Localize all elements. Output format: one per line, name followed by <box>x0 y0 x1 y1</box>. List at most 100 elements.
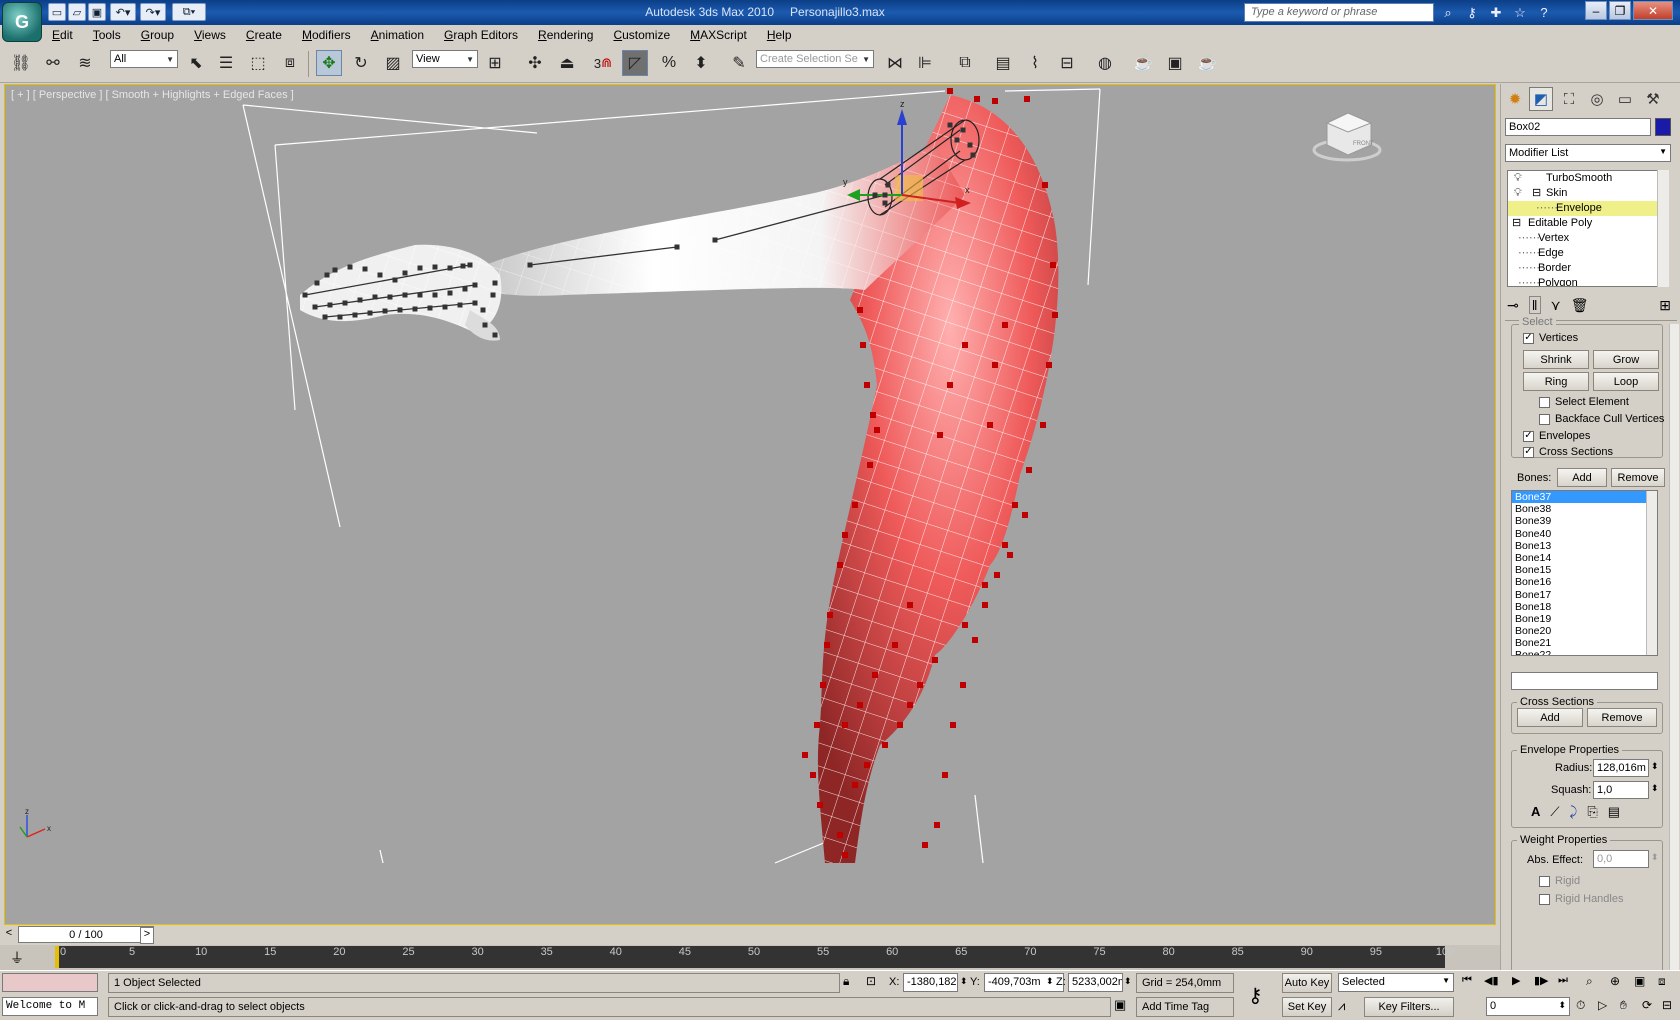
vertex-marker[interactable] <box>872 192 878 198</box>
time-tag-icon[interactable]: ▣ <box>1114 997 1134 1017</box>
lightbulb-icon[interactable]: 💡︎ <box>1514 171 1522 186</box>
vertex-marker[interactable] <box>934 822 940 828</box>
vertex-marker[interactable] <box>867 462 873 468</box>
select-and-move-icon[interactable]: ✥ <box>316 50 342 76</box>
vertex-marker[interactable] <box>467 262 473 268</box>
loop-button[interactable]: Loop <box>1593 372 1659 391</box>
vertex-marker[interactable] <box>337 314 343 320</box>
vertex-marker[interactable] <box>397 307 403 313</box>
vertex-marker[interactable] <box>882 200 888 206</box>
checkbox-unchecked-icon[interactable] <box>1539 413 1550 425</box>
vertex-marker[interactable] <box>402 292 408 298</box>
vertex-marker[interactable] <box>447 290 453 296</box>
vertex-marker[interactable] <box>972 637 978 643</box>
selection-lock-icon[interactable]: 🔒︎ <box>843 974 859 992</box>
utilities-tab-icon[interactable]: ⚒ <box>1641 87 1665 111</box>
collapse-minus-icon[interactable]: ⊟ <box>1512 216 1521 231</box>
vertex-marker[interactable] <box>492 280 498 286</box>
vertex-marker[interactable] <box>885 182 891 188</box>
key-filters-button[interactable]: Key Filters... <box>1364 997 1454 1017</box>
vertex-marker[interactable] <box>322 314 328 320</box>
perspective-viewport[interactable]: z x y FRONT z x [ + ] [ Perspective ] [ … <box>4 84 1496 925</box>
stack-item-turbosmooth[interactable]: 💡︎ TurboSmooth <box>1508 171 1660 186</box>
reference-coordinate-dropdown[interactable]: View ▼ <box>412 50 478 68</box>
remove-bone-button[interactable]: Remove <box>1611 468 1665 487</box>
favorites-star-icon[interactable]: ☆ <box>1510 3 1530 22</box>
vertex-marker[interactable] <box>907 602 913 608</box>
vertex-marker[interactable] <box>994 572 1000 578</box>
vertex-marker[interactable] <box>1042 182 1048 188</box>
vertex-marker[interactable] <box>982 602 988 608</box>
bone-list-item[interactable]: Bone19 <box>1512 613 1657 625</box>
select-by-name-icon[interactable]: ☰ <box>213 50 239 76</box>
absolute-mode-icon[interactable]: ⊡ <box>866 974 884 992</box>
stack-item-polygon[interactable]: ⋯⋯ Polygon <box>1508 276 1660 286</box>
object-name-field[interactable]: Box02 <box>1505 118 1651 136</box>
checkbox-checked-icon[interactable]: ✓ <box>1523 332 1534 344</box>
vertex-marker[interactable] <box>842 852 848 858</box>
time-next-button[interactable]: > <box>140 927 154 944</box>
zoom-icon[interactable]: ⌕ <box>1586 974 1606 989</box>
pan-view-icon[interactable]: ✋︎ <box>1620 998 1640 1013</box>
stack-item-edge[interactable]: ⋯⋯ Edge <box>1508 246 1660 261</box>
vertex-marker[interactable] <box>982 582 988 588</box>
select-and-link-icon[interactable]: ⛓ <box>8 50 34 76</box>
subscription-icon[interactable]: ⚷ <box>1462 3 1482 22</box>
vertices-checkbox[interactable]: ✓ Vertices <box>1523 332 1578 344</box>
mirror-icon[interactable]: ⋈ <box>882 50 908 76</box>
render-setup-icon[interactable]: ☕ <box>1130 50 1156 76</box>
menu-modifiers[interactable]: Modifiers <box>292 28 361 42</box>
vertex-marker[interactable] <box>327 302 333 308</box>
copy-envelope-icon[interactable]: ⎘ <box>1587 804 1597 820</box>
add-time-tag[interactable]: Add Time Tag <box>1136 997 1234 1017</box>
stack-item-vertex[interactable]: ⋯⋯ Vertex <box>1508 231 1660 246</box>
bone-list-item[interactable]: Bone17 <box>1512 589 1657 601</box>
select-element-checkbox[interactable]: Select Element <box>1539 396 1629 408</box>
open-mini-curve-editor-icon[interactable]: ⏚ <box>10 948 30 966</box>
grow-button[interactable]: Grow <box>1593 350 1659 369</box>
radius-field[interactable]: 128,016m <box>1593 759 1649 777</box>
vertex-marker[interactable] <box>347 264 353 270</box>
bone-list-item[interactable]: Bone13 <box>1512 540 1657 552</box>
checkbox-checked-icon[interactable]: ✓ <box>1523 430 1534 442</box>
spinner-icon[interactable]: ⬍ <box>1124 976 1132 987</box>
vertex-marker[interactable] <box>864 762 870 768</box>
track-bar-timeline[interactable]: 0 5 10 15 20 25 30 35 40 45 50 55 60 65 70 75 80 85 90 95 10… <box>55 946 1454 968</box>
vertex-marker[interactable] <box>402 270 408 276</box>
vertex-marker[interactable] <box>382 308 388 314</box>
vertex-marker[interactable] <box>852 782 858 788</box>
set-keys-key-icon[interactable]: ⚷ <box>1248 983 1274 1007</box>
window-crossing-icon[interactable]: ⧈ <box>277 50 303 76</box>
shrink-button[interactable]: Shrink <box>1523 350 1589 369</box>
menu-rendering[interactable]: Rendering <box>528 28 603 42</box>
vertex-marker[interactable] <box>302 292 308 298</box>
vertex-marker[interactable] <box>432 292 438 298</box>
vertex-marker[interactable] <box>387 294 393 300</box>
vertex-marker[interactable] <box>987 422 993 428</box>
vertex-marker[interactable] <box>674 244 680 250</box>
command-panel-scrollbar[interactable] <box>1669 324 1679 970</box>
vertex-marker[interactable] <box>992 362 998 368</box>
vertex-marker[interactable] <box>1050 262 1056 268</box>
viewcube[interactable]: FRONT <box>1312 112 1382 162</box>
go-to-start-icon[interactable]: ⏮ <box>1462 974 1482 987</box>
bone-list-item[interactable]: Bone16 <box>1512 576 1657 588</box>
vertex-marker[interactable] <box>432 264 438 270</box>
motion-tab-icon[interactable]: ◎ <box>1585 87 1609 111</box>
z-coord-field[interactable]: 5233,002m <box>1068 973 1123 992</box>
remove-modifier-icon[interactable]: 🗑︎ <box>1571 297 1589 314</box>
stack-scrollbar[interactable] <box>1657 170 1669 287</box>
zoom-extents-all-icon[interactable]: ⧈ <box>1658 974 1678 989</box>
vertex-marker[interactable] <box>472 282 478 288</box>
stack-item-skin[interactable]: 💡︎ ⊟ Skin <box>1508 186 1660 201</box>
vertex-marker[interactable] <box>824 642 830 648</box>
vertex-marker[interactable] <box>357 297 363 303</box>
vertex-marker[interactable] <box>1022 512 1028 518</box>
vertex-marker[interactable] <box>462 286 468 292</box>
add-cross-section-button[interactable]: Add <box>1517 708 1583 727</box>
vertex-marker[interactable] <box>970 152 976 158</box>
vertex-marker[interactable] <box>827 612 833 618</box>
vertex-marker[interactable] <box>490 292 496 298</box>
vertex-marker[interactable] <box>1046 362 1052 368</box>
communication-icon[interactable]: ✚ <box>1486 3 1506 22</box>
